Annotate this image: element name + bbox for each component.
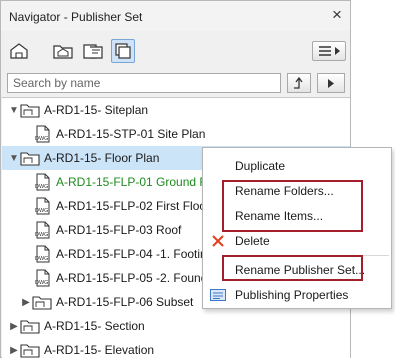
dwg-file-icon: DWG — [34, 245, 52, 263]
properties-icon — [203, 289, 233, 301]
svg-text:DWG: DWG — [35, 208, 48, 214]
chevron-right-icon[interactable]: ▶ — [20, 297, 32, 308]
menu-item-label: Publishing Properties — [235, 288, 349, 302]
tree-row-label: A-RD1-15-FLP-06 Subset — [56, 295, 194, 309]
publisher-sets-icon — [115, 43, 131, 59]
folder-icon — [20, 318, 40, 334]
forward-button[interactable] — [317, 73, 345, 93]
layout-book-button[interactable] — [81, 39, 105, 63]
project-map-icon — [10, 43, 28, 59]
triangle-right-icon — [328, 78, 334, 88]
highlight-box-rename — [222, 180, 363, 232]
chevron-right-icon[interactable]: ▶ — [8, 321, 20, 332]
tree-row-label: A-RD1-15- Section — [44, 319, 145, 333]
svg-text:DWG: DWG — [35, 184, 48, 190]
window-title: Navigator - Publisher Set — [9, 10, 143, 24]
folder-icon — [20, 150, 40, 166]
dwg-file-icon: DWG — [34, 125, 52, 143]
tree-row-label: A-RD1-15- Floor Plan — [44, 151, 160, 165]
tree-row[interactable]: ▶ A-RD1-15- Section — [2, 314, 350, 338]
svg-text:DWG: DWG — [35, 256, 48, 262]
view-map-button[interactable] — [51, 39, 75, 63]
publisher-sets-button[interactable] — [111, 39, 135, 63]
chevron-down-icon[interactable]: ▼ — [8, 153, 20, 164]
tree-row-label: A-RD1-15-FLP-02 First Floor — [56, 199, 211, 213]
go-up-icon — [294, 76, 303, 89]
project-map-button[interactable] — [7, 39, 31, 63]
menu-item-delete[interactable]: Delete — [203, 230, 391, 252]
dwg-file-icon: DWG — [34, 197, 52, 215]
dwg-file-icon: DWG — [34, 269, 52, 287]
subset-folder-icon — [32, 294, 52, 310]
close-icon[interactable]: × — [327, 5, 347, 25]
hamburger-icon — [319, 46, 331, 56]
tree-row[interactable]: DWG A-RD1-15-STP-01 Site Plan — [2, 122, 350, 146]
title-bar: Navigator - Publisher Set × — [1, 1, 350, 31]
tree-row[interactable]: ▶ A-RD1-15- Elevation — [2, 338, 350, 358]
toolbar — [1, 35, 350, 67]
tree-row-label: A-RD1-15- Siteplan — [44, 103, 149, 117]
tree-row-label: A-RD1-15-FLP-04 -1. Footing — [56, 247, 214, 261]
svg-text:DWG: DWG — [35, 280, 48, 286]
tree-row-label: A-RD1-15- Elevation — [44, 343, 155, 357]
svg-text:DWG: DWG — [35, 232, 48, 238]
tree-row-label: A-RD1-15-FLP-03 Roof — [56, 223, 182, 237]
search-input[interactable] — [7, 73, 281, 93]
menu-item-duplicate[interactable]: Duplicate — [203, 155, 391, 177]
folder-icon — [20, 342, 40, 358]
chevron-down-icon[interactable]: ▼ — [8, 105, 20, 116]
svg-text:DWG: DWG — [35, 136, 48, 142]
tree-row-label: A-RD1-15-STP-01 Site Plan — [56, 127, 206, 141]
tree-row-label: A-RD1-15-FLP-05 -2. Foundat — [56, 271, 218, 285]
menu-item-publishing-properties[interactable]: Publishing Properties — [203, 284, 391, 306]
highlight-box-rename-publisher-set — [222, 255, 363, 281]
dwg-file-icon: DWG — [34, 221, 52, 239]
chevron-right-icon[interactable]: ▶ — [8, 345, 20, 356]
tree-row[interactable]: ▼ A-RD1-15- Siteplan — [2, 98, 350, 122]
options-menu-button[interactable] — [312, 41, 346, 61]
folder-icon — [20, 102, 40, 118]
dwg-file-icon: DWG — [34, 173, 52, 191]
go-up-button[interactable] — [287, 73, 311, 93]
layout-book-icon — [83, 44, 103, 59]
tree-row-label: A-RD1-15-FLP-01 Ground Flo — [56, 175, 217, 189]
view-map-icon — [53, 45, 73, 59]
menu-item-label: Delete — [235, 234, 270, 248]
menu-item-label: Duplicate — [235, 159, 286, 173]
delete-x-icon — [203, 235, 233, 247]
triangle-right-icon — [335, 47, 340, 55]
